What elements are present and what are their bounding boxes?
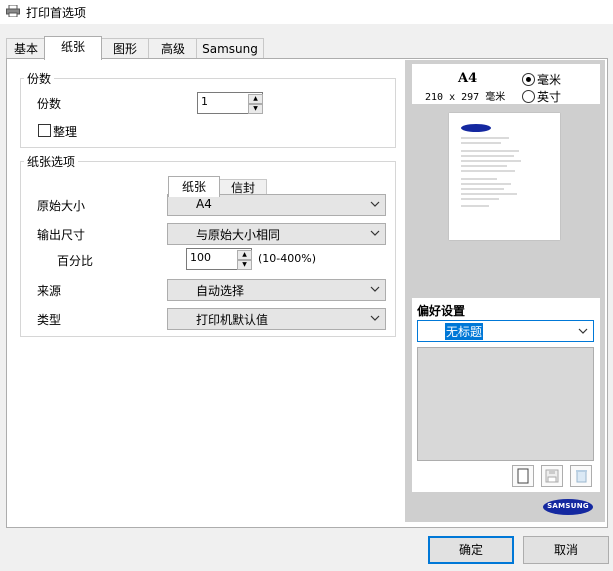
subtab-paper[interactable]: 纸张 — [168, 176, 220, 197]
title-bar — [0, 0, 613, 24]
copies-value[interactable]: 1 — [201, 95, 208, 108]
page-preview-thumbnail — [449, 113, 560, 240]
spin-up-icon[interactable]: ▲ — [237, 250, 252, 260]
samsung-logo-text: SAMSUNG — [547, 502, 589, 510]
original-size-value: A4 — [196, 197, 212, 211]
source-value: 自动选择 — [196, 284, 245, 298]
paper-dimensions: 210 x 297 毫米 — [425, 92, 506, 103]
save-icon — [545, 469, 559, 483]
original-size-label: 原始大小 — [37, 199, 86, 213]
chevron-down-icon — [370, 286, 380, 292]
copies-spin-buttons: ▲ ▼ — [248, 94, 263, 114]
printer-icon — [6, 5, 20, 17]
copies-spinner[interactable]: 1 ▲ ▼ — [197, 92, 263, 114]
chevron-down-icon — [370, 315, 380, 321]
cancel-button[interactable]: 取消 — [523, 536, 609, 564]
percent-range: (10-400%) — [258, 252, 316, 265]
window-title: 打印首选项 — [26, 6, 87, 20]
collate-checkbox[interactable] — [38, 124, 51, 137]
recycle-bin-icon — [576, 470, 587, 483]
ok-button[interactable]: 确定 — [428, 536, 514, 564]
output-size-select[interactable]: 与原始大小相同 — [167, 223, 386, 245]
paper-name: A4 — [458, 71, 478, 86]
unit-mm-label: 毫米 — [537, 73, 562, 87]
tab-paper[interactable]: 纸张 — [44, 36, 102, 60]
preferences-list[interactable] — [417, 347, 594, 461]
tab-basic[interactable]: 基本 — [6, 38, 46, 59]
output-size-value: 与原始大小相同 — [196, 228, 281, 242]
preferences-value: 无标题 — [445, 323, 484, 340]
unit-mm-radio[interactable] — [522, 73, 535, 86]
percent-value[interactable]: 100 — [190, 251, 211, 264]
collate-label: 整理 — [53, 125, 78, 139]
percent-spinner[interactable]: 100 ▲ ▼ — [186, 248, 252, 270]
chevron-down-icon — [578, 328, 588, 334]
copies-group-legend: 份数 — [24, 70, 55, 87]
tab-graphics[interactable]: 图形 — [100, 38, 150, 59]
spin-up-icon[interactable]: ▲ — [248, 94, 263, 104]
new-document-icon — [517, 468, 529, 484]
preferences-label: 偏好设置 — [417, 304, 466, 318]
source-label: 来源 — [37, 284, 62, 298]
chevron-down-icon — [370, 230, 380, 236]
percent-spin-buttons: ▲ ▼ — [237, 250, 252, 270]
type-select[interactable]: 打印机默认值 — [167, 308, 386, 330]
type-label: 类型 — [37, 313, 62, 327]
tab-advanced[interactable]: 高级 — [148, 38, 198, 59]
delete-preference-button[interactable] — [570, 465, 592, 487]
type-value: 打印机默认值 — [196, 313, 269, 327]
preferences-select[interactable]: 无标题 — [417, 320, 594, 342]
new-preference-button[interactable] — [512, 465, 534, 487]
source-select[interactable]: 自动选择 — [167, 279, 386, 301]
tab-samsung[interactable]: Samsung — [196, 38, 264, 59]
save-preference-button[interactable] — [541, 465, 563, 487]
unit-inch-radio[interactable] — [522, 90, 535, 103]
chevron-down-icon — [370, 201, 380, 207]
output-size-label: 输出尺寸 — [37, 228, 86, 242]
unit-inch-label: 英寸 — [537, 90, 562, 104]
paper-options-legend: 纸张选项 — [24, 153, 79, 170]
spin-down-icon[interactable]: ▼ — [237, 260, 252, 270]
original-size-select[interactable]: A4 — [167, 194, 386, 216]
percent-label: 百分比 — [57, 254, 94, 268]
copies-label: 份数 — [37, 97, 62, 111]
spin-down-icon[interactable]: ▼ — [248, 104, 263, 114]
page-preview-content — [461, 124, 521, 207]
